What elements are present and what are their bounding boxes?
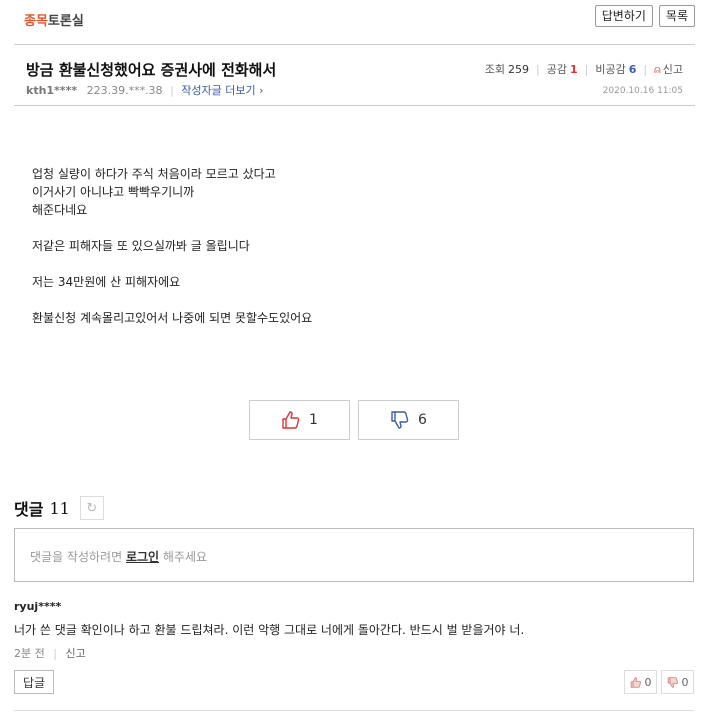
post-body-line (32, 219, 312, 237)
list-button[interactable]: 목록 (658, 5, 695, 27)
comment-text: 너가 쓴 댓글 확인이나 하고 환불 드립쳐라. 이런 악행 그대로 너에게 돌… (14, 623, 525, 637)
thumbs-up-icon (630, 676, 641, 688)
thumbs-down-icon (391, 411, 409, 429)
post-meta: kth1**** 223.39.***.38 | 작성자글 더보기 › (26, 82, 264, 98)
post-body-line (32, 255, 312, 273)
comment-item: ryuj**** 너가 쓴 댓글 확인이나 하고 환불 드립쳐라. 이런 악행 … (14, 600, 694, 694)
post-body-line: 업청 실량이 하다가 주식 처음이라 모르고 샀다고 (32, 167, 276, 181)
dislike-count: 6 (418, 412, 427, 428)
post-body: 업청 실량이 하다가 주식 처음이라 모르고 샀다고 이거사기 아니냐고 빡빡우… (32, 165, 312, 327)
comment-like-button[interactable]: 0 (624, 670, 657, 694)
comment-like-count: 0 (644, 675, 652, 689)
report-label: 신고 (662, 63, 683, 76)
dislikes-label: 비공감 (595, 63, 626, 76)
thumbs-down-icon (667, 676, 678, 688)
comments-count: 11 (49, 498, 70, 518)
post-body-line: 환불신청 계속몰리고있어서 나중에 되면 못할수도있어요 (32, 311, 313, 325)
post-body-line: 해준다네요 (32, 203, 88, 217)
like-count: 1 (309, 412, 318, 428)
board-title[interactable]: 종목토론실 (24, 10, 84, 29)
post-votes: 1 6 (249, 400, 459, 440)
thumbs-up-icon (282, 411, 300, 429)
login-link[interactable]: 로그인 (126, 550, 159, 564)
dislikes-count: 6 (628, 62, 637, 76)
comment-reply-button[interactable]: 답글 (14, 670, 54, 694)
comment-meta: 2분 전 | 신고 (14, 645, 694, 661)
comment-divider (14, 710, 694, 711)
comment-dislike-button[interactable]: 0 (661, 670, 694, 694)
comment-input[interactable]: 댓글을 작성하려면 로그인 해주세요 (14, 528, 694, 582)
post-author[interactable]: kth1**** (26, 84, 77, 97)
board-title-rest: 토론실 (47, 14, 84, 29)
comment-meta-divider: | (53, 647, 57, 660)
comment-input-placeholder: 댓글을 작성하려면 로그인 해주세요 (30, 548, 207, 565)
board-title-accent: 종목 (24, 14, 48, 29)
comment-votes: 0 0 (624, 670, 694, 694)
post-body-line: 저는 34만원에 산 피해자에요 (32, 275, 181, 289)
top-buttons: 답변하기 목록 (594, 5, 695, 27)
post-date: 2020.10.16 11:05 (602, 86, 683, 96)
comment-author[interactable]: ryuj**** (14, 600, 694, 613)
comment-time: 2분 전 (14, 647, 45, 660)
post-title: 방금 환불신청했어요 증권사에 전화해서 (26, 61, 277, 79)
dislike-button[interactable]: 6 (358, 400, 459, 440)
comment-report-button[interactable]: 신고 (65, 647, 85, 660)
likes-count: 1 (570, 62, 578, 76)
post-ip: 223.39.***.38 (86, 84, 163, 97)
placeholder-suffix: 해주세요 (159, 550, 208, 564)
post-header: 방금 환불신청했어요 증권사에 전화해서 kth1**** 223.39.***… (14, 44, 695, 106)
refresh-icon[interactable]: ↻ (79, 496, 104, 520)
report-button[interactable]: ⍝ 신고 (654, 61, 683, 77)
post-stats: 조회 259 | 공감 1 | 비공감 6 | ⍝ 신고 (485, 61, 683, 77)
siren-icon: ⍝ (654, 63, 661, 76)
likes-label: 공감 (546, 63, 568, 76)
stats-divider: | (643, 62, 648, 76)
board-header: 종목토론실 답변하기 목록 (14, 0, 695, 34)
author-posts-link[interactable]: 작성자글 더보기 › (181, 84, 263, 97)
reply-post-button[interactable]: 답변하기 (594, 5, 653, 27)
comments-header: 댓글 11 ↻ (14, 496, 104, 520)
comment-dislike-count: 0 (681, 675, 689, 689)
stats-divider: | (536, 62, 540, 76)
stats-divider: | (584, 62, 589, 76)
like-button[interactable]: 1 (249, 400, 350, 440)
comments-label: 댓글 (14, 500, 44, 519)
meta-divider: | (170, 84, 174, 97)
placeholder-prefix: 댓글을 작성하려면 (30, 550, 126, 564)
views-label: 조회 (484, 63, 506, 76)
views-count: 259 (508, 62, 530, 76)
post-body-line (32, 291, 312, 309)
post-body-line: 이거사기 아니냐고 빡빡우기니까 (32, 185, 195, 199)
post-body-line: 저같은 피해자들 또 있으실까봐 글 올립니다 (32, 239, 250, 253)
